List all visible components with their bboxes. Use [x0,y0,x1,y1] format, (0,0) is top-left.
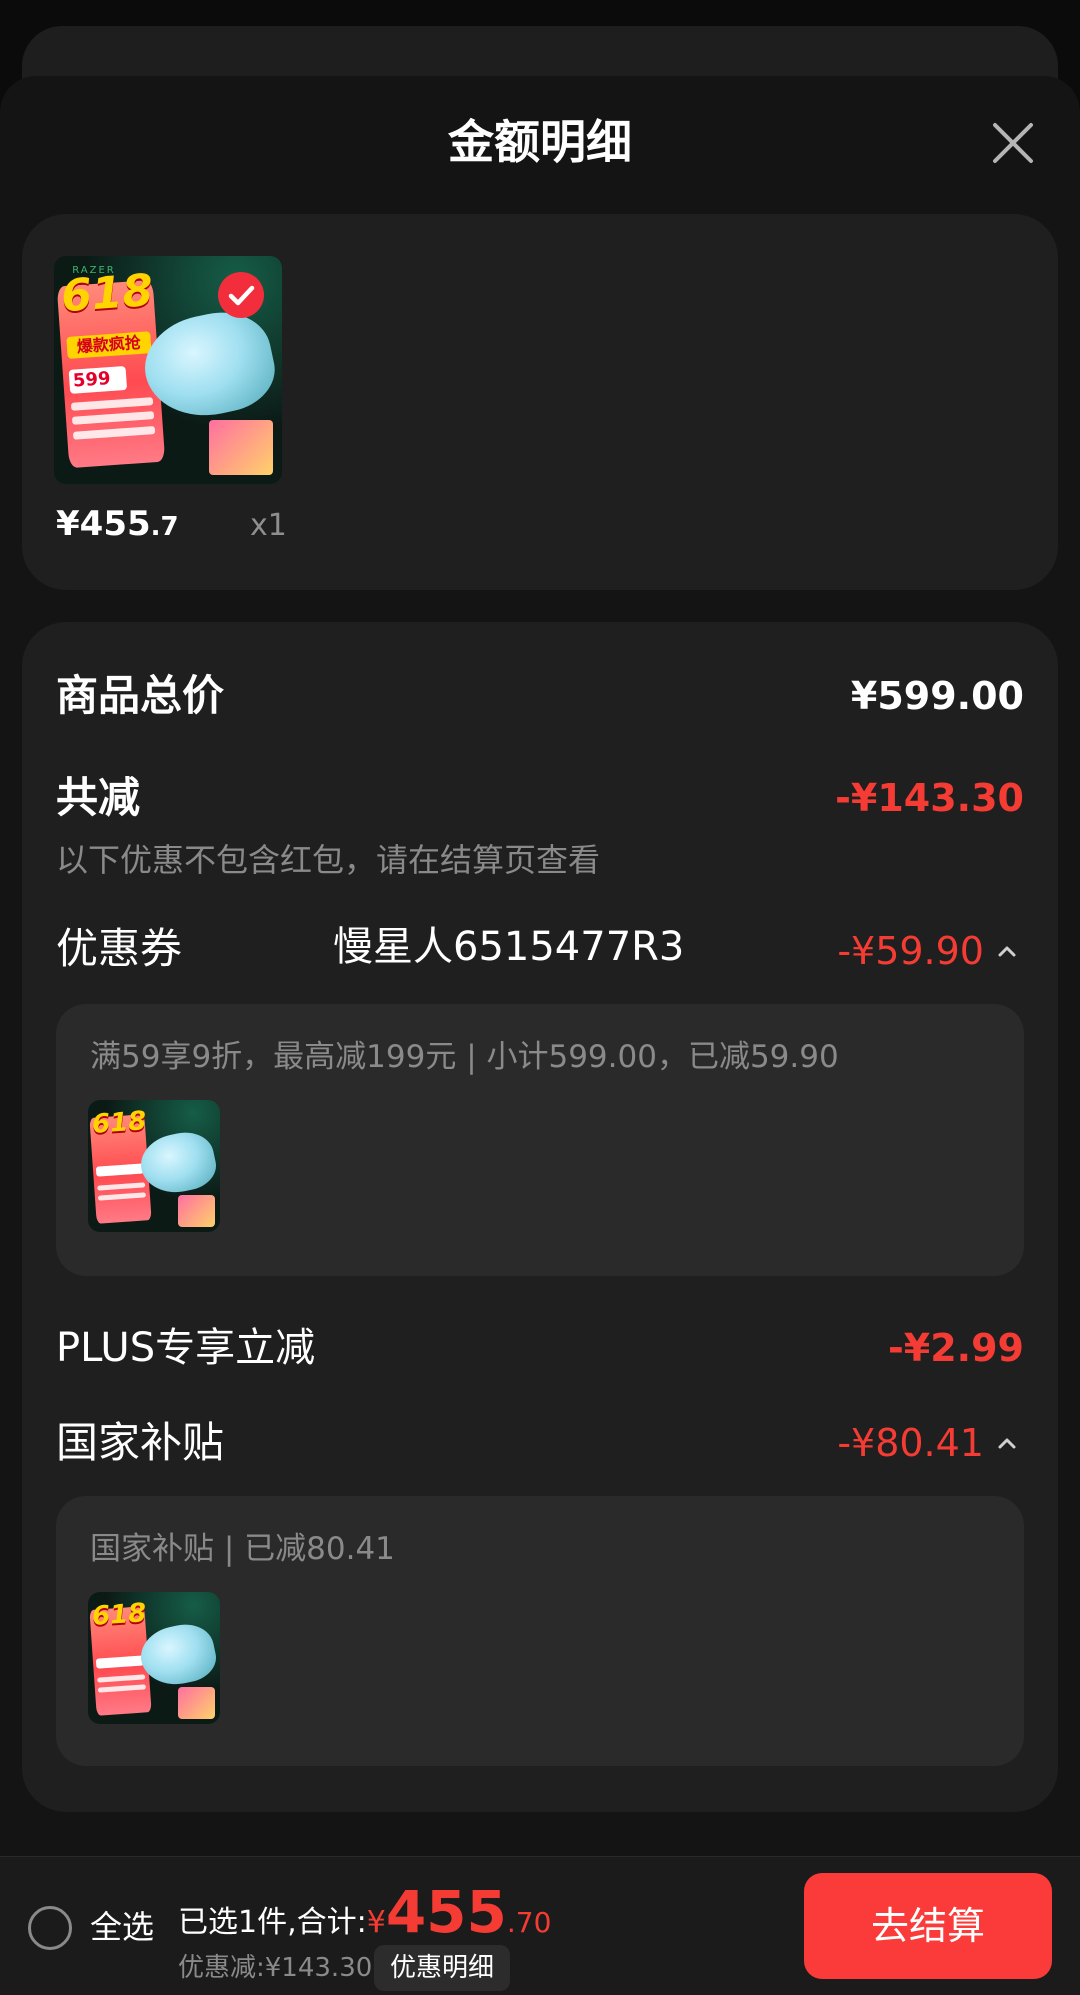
total-discount-label: 共减 [56,773,141,822]
chevron-up-icon [998,1438,1016,1449]
select-all-label[interactable]: 全选 [90,1905,154,1949]
coupon-product-thumb: 618 [88,1100,220,1232]
promo-badge: 618 [91,1105,148,1140]
gift-image [177,1195,215,1227]
subsidy-expand-toggle[interactable] [994,1430,1020,1456]
promo-badge: 618 [59,265,155,323]
gift-image [177,1687,215,1719]
radio-unchecked-icon[interactable] [28,1906,72,1950]
coupon-detail-box: 满59享9折，最高减199元 | 小计599.00，已减59.90 618 [56,1004,1024,1276]
promo-line [98,1684,147,1693]
subsidy-product-thumb: 618 [88,1592,220,1724]
total-price-value: ¥599.00 [850,674,1024,718]
subsidy-label: 国家补贴 [56,1418,225,1467]
selected-badge[interactable] [218,272,264,318]
discount-hint: 以下优惠不包含红包，请在结算页查看 [56,841,601,879]
subsidy-detail-box: 国家补贴 | 已减80.41 618 [56,1496,1024,1766]
total-discount-value: -¥143.30 [835,776,1024,820]
checkout-bar: 全选 已选1件,合计:¥455.70 优惠减:¥143.30 优惠明细 去结算 [0,1856,1080,1995]
total-price-label: 商品总价 [56,671,225,720]
promo-badge: 618 [91,1597,148,1632]
promo-line [96,1654,145,1669]
plus-discount-value: -¥2.99 [888,1326,1024,1370]
sheet-title: 金额明细 [448,115,632,169]
close-icon [993,123,1033,163]
coupon-label: 优惠券 [56,924,183,973]
promo-line [98,1192,147,1201]
checkout-button[interactable]: 去结算 [804,1873,1052,1979]
subsidy-detail-text: 国家补贴 | 已减80.41 [90,1531,395,1567]
coupon-name: 慢星人6515477R3 [333,924,685,970]
gift-image [209,420,273,475]
selected-count-text: 已选1件,合计: [178,1905,367,1940]
item-price-main: ¥455 [56,504,151,544]
saved-amount: 优惠减:¥143.30 [178,1953,373,1983]
item-price-decimal: .7 [150,512,179,542]
promo-tag: 爆款疯抢 [66,331,152,360]
promo-line [72,426,156,441]
promo-line [96,1162,145,1177]
item-quantity: x1 [250,508,287,543]
promo-line [71,411,155,426]
subsidy-value[interactable]: -¥80.41 [837,1417,984,1469]
discount-detail-button[interactable]: 优惠明细 [374,1945,511,1991]
promo-line [97,1673,146,1683]
total-amount-int: 455 [385,1878,507,1946]
close-button[interactable] [988,118,1038,168]
coupon-detail-text: 满59享9折，最高减199元 | 小计599.00，已减59.90 [90,1039,839,1075]
promo-price: 599 [68,366,128,395]
item-price: ¥455.7 [56,504,179,547]
promo-line [97,1181,146,1191]
coupon-value[interactable]: -¥59.90 [837,925,984,977]
promo-line [70,397,154,411]
plus-discount-label: PLUS专享立减 [56,1325,316,1371]
check-icon [228,285,255,306]
total-currency: ¥ [366,1905,386,1940]
chevron-up-icon [998,946,1016,957]
coupon-expand-toggle[interactable] [994,938,1020,964]
total-amount-decimal: .70 [506,1906,552,1939]
